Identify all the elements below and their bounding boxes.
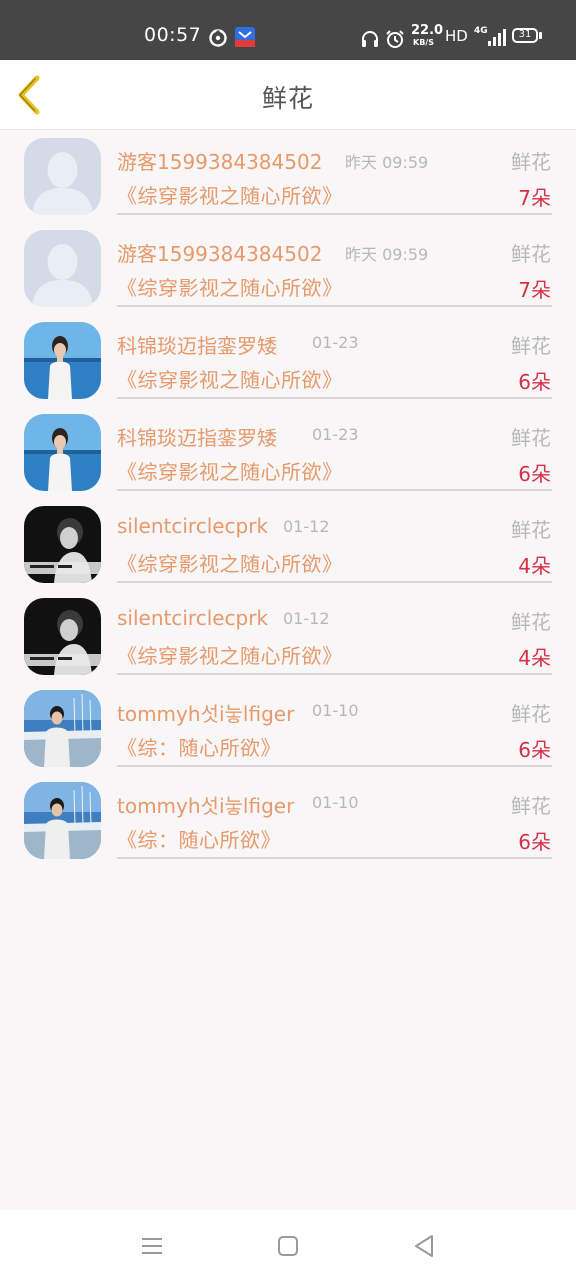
gift-count: 4朵 — [518, 646, 551, 670]
divider — [117, 857, 552, 859]
gift-date: 昨天 09:59 — [345, 245, 429, 264]
battery-tip — [539, 32, 542, 39]
gift-date: 01-10 — [312, 701, 359, 720]
list-item[interactable]: silentcirclecprk 01-12 鲜花 《综穿影视之随心所欲》 4朵 — [0, 498, 576, 590]
divider — [117, 581, 552, 583]
bw-portrait-avatar — [24, 598, 101, 675]
gift-date: 昨天 09:59 — [345, 153, 429, 172]
book-title: 《综穿影视之随心所欲》 — [117, 460, 343, 484]
battery-icon: 31 — [512, 28, 538, 43]
gift-type: 鲜花 — [511, 150, 551, 174]
divider — [117, 213, 552, 215]
gift-date: 01-12 — [283, 609, 330, 628]
avatar — [24, 598, 101, 675]
book-title: 《综穿影视之随心所欲》 — [117, 552, 343, 576]
hd-label: HD — [445, 27, 468, 45]
book-title: 《综穿影视之随心所欲》 — [117, 276, 343, 300]
sender-name: silentcirclecprk — [117, 514, 269, 538]
harbor-photo-avatar — [24, 690, 101, 767]
back-nav-button[interactable] — [410, 1232, 438, 1260]
sea-photo-avatar — [24, 414, 101, 491]
status-bar: 00:57 22.0 KB/S HD 4G 31 — [0, 0, 576, 60]
sender-name: tommyh섯i눟lfiger — [117, 794, 295, 818]
list-item[interactable]: tommyh섯i눟lfiger 01-10 鲜花 《综：随心所欲》 6朵 — [0, 774, 576, 866]
gift-count: 6朵 — [518, 370, 551, 394]
gift-date: 01-23 — [312, 425, 359, 444]
sender-name: tommyh섯i눟lfiger — [117, 702, 295, 726]
gift-type: 鲜花 — [511, 702, 551, 726]
menu-icon — [142, 1238, 162, 1254]
divider — [117, 673, 552, 675]
headphones-icon — [362, 31, 378, 47]
book-title: 《综：随心所欲》 — [117, 736, 281, 760]
list-item[interactable]: 科锦琰迈指銮罗矮 01-23 鲜花 《综穿影视之随心所欲》 6朵 — [0, 314, 576, 406]
timer-icon — [209, 29, 227, 47]
gift-count: 7朵 — [518, 186, 551, 210]
gift-type: 鲜花 — [511, 334, 551, 358]
gift-count: 7朵 — [518, 278, 551, 302]
menu-button[interactable] — [138, 1232, 166, 1260]
sender-name: 科锦琰迈指銮罗矮 — [117, 334, 277, 358]
gift-count: 6朵 — [518, 738, 551, 762]
app-header: 鲜花 — [0, 60, 576, 130]
avatar — [24, 230, 101, 307]
list-item[interactable]: 游客1599384384502 昨天 09:59 鲜花 《综穿影视之随心所欲》 … — [0, 130, 576, 222]
list-item[interactable]: tommyh섯i눟lfiger 01-10 鲜花 《综：随心所欲》 6朵 — [0, 682, 576, 774]
gift-date: 01-12 — [283, 517, 330, 536]
gift-date: 01-23 — [312, 333, 359, 352]
gift-type: 鲜花 — [511, 794, 551, 818]
divider — [117, 765, 552, 767]
back-triangle-icon — [415, 1235, 433, 1257]
sea-photo-avatar — [24, 322, 101, 399]
book-title: 《综穿影视之随心所欲》 — [117, 644, 343, 668]
gift-count: 4朵 — [518, 554, 551, 578]
gift-count: 6朵 — [518, 830, 551, 854]
sender-name: silentcirclecprk — [117, 606, 269, 630]
divider — [117, 397, 552, 399]
gift-type: 鲜花 — [511, 518, 551, 542]
signal-icon — [488, 29, 506, 46]
divider — [117, 489, 552, 491]
avatar — [24, 782, 101, 859]
harbor-photo-avatar — [24, 782, 101, 859]
bw-portrait-avatar — [24, 506, 101, 583]
default-user-avatar — [24, 230, 101, 307]
avatar — [24, 138, 101, 215]
gift-type: 鲜花 — [511, 426, 551, 450]
sender-name: 游客1599384384502 — [117, 150, 323, 174]
gift-type: 鲜花 — [511, 610, 551, 634]
home-button[interactable] — [274, 1232, 302, 1260]
gift-count: 6朵 — [518, 462, 551, 486]
avatar — [24, 322, 101, 399]
list-item[interactable]: 科锦琰迈指銮罗矮 01-23 鲜花 《综穿影视之随心所欲》 6朵 — [0, 406, 576, 498]
default-user-avatar — [24, 138, 101, 215]
battery-level: 31 — [518, 29, 532, 40]
gift-date: 01-10 — [312, 793, 359, 812]
net-speed-unit: KB/S — [413, 38, 434, 47]
home-square-icon — [278, 1236, 298, 1256]
status-time: 00:57 — [144, 24, 202, 46]
alarm-icon — [386, 30, 404, 48]
page-title: 鲜花 — [261, 84, 314, 113]
system-nav-bar — [0, 1210, 576, 1280]
book-title: 《综：随心所欲》 — [117, 828, 281, 852]
avatar — [24, 506, 101, 583]
sender-name: 游客1599384384502 — [117, 242, 323, 266]
avatar — [24, 690, 101, 767]
divider — [117, 305, 552, 307]
list-item[interactable]: silentcirclecprk 01-12 鲜花 《综穿影视之随心所欲》 4朵 — [0, 590, 576, 682]
gift-type: 鲜花 — [511, 242, 551, 266]
sender-name: 科锦琰迈指銮罗矮 — [117, 426, 277, 450]
book-title: 《综穿影视之随心所欲》 — [117, 368, 343, 392]
net-speed: 22.0 — [411, 23, 444, 38]
book-title: 《综穿影视之随心所欲》 — [117, 184, 343, 208]
app-notification-icon — [235, 27, 255, 47]
avatar — [24, 414, 101, 491]
list-item[interactable]: 游客1599384384502 昨天 09:59 鲜花 《综穿影视之随心所欲》 … — [0, 222, 576, 314]
